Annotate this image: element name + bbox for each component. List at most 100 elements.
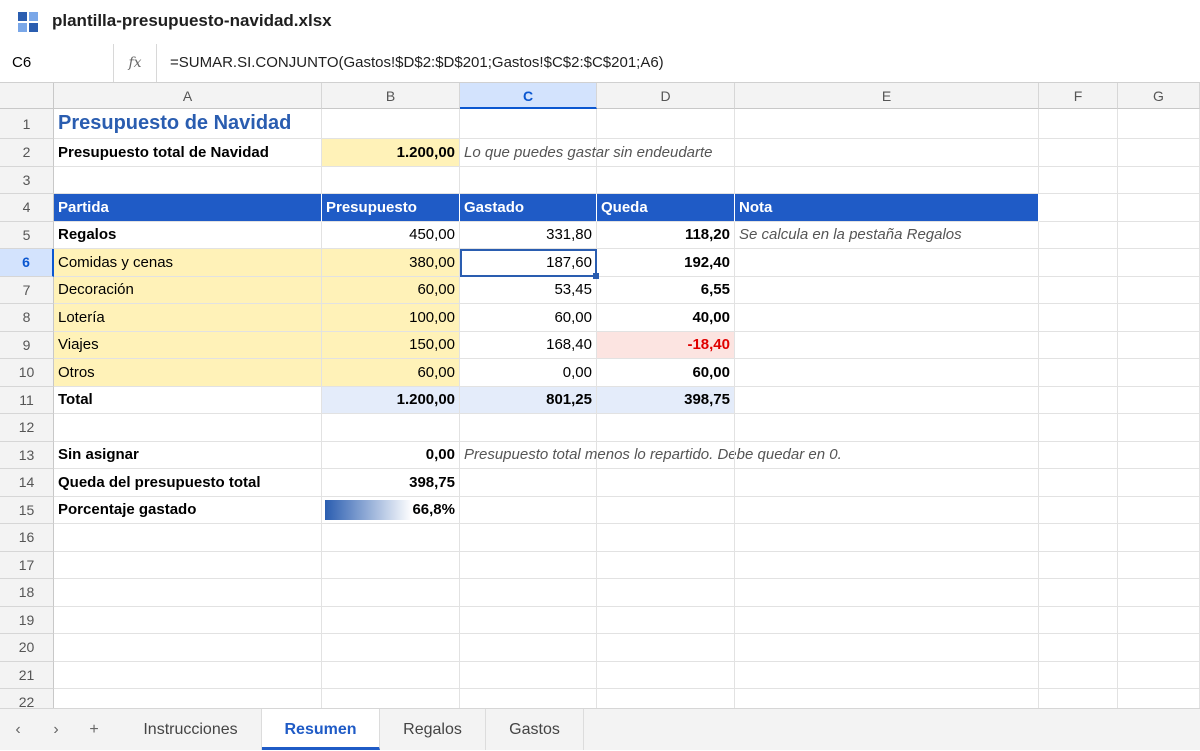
tab-gastos[interactable]: Gastos [486, 709, 584, 750]
cell-c11[interactable]: 801,25 [460, 386, 597, 414]
cell-d8[interactable]: 40,00 [597, 304, 735, 332]
cell-f6[interactable] [1039, 249, 1118, 277]
cell-c8[interactable]: 60,00 [460, 304, 597, 332]
cell-b15[interactable]: 66,8% [322, 496, 460, 524]
cell-b6[interactable]: 380,00 [322, 249, 460, 277]
column-header-e[interactable]: E [735, 83, 1039, 109]
cell-f18[interactable] [1039, 579, 1118, 607]
row-header-4[interactable]: 4 [0, 194, 54, 222]
cell-c21[interactable] [460, 661, 597, 689]
row-header-3[interactable]: 3 [0, 166, 54, 194]
cell-c6[interactable]: 187,60 [460, 249, 597, 277]
cell-a4[interactable]: Partida [54, 194, 322, 222]
cell-c12[interactable] [460, 414, 597, 442]
cell-a14[interactable]: Queda del presupuesto total [54, 469, 322, 497]
row-header-15[interactable]: 15 [0, 496, 54, 524]
cell-c9[interactable]: 168,40 [460, 331, 597, 359]
cell-d17[interactable] [597, 551, 735, 579]
cell-g10[interactable] [1118, 359, 1200, 387]
cell-g19[interactable] [1118, 606, 1200, 634]
row-header-10[interactable]: 10 [0, 359, 54, 387]
cell-c7[interactable]: 53,45 [460, 276, 597, 304]
cell-f7[interactable] [1039, 276, 1118, 304]
cell-g15[interactable] [1118, 496, 1200, 524]
cell-e12[interactable] [735, 414, 1039, 442]
row-header-2[interactable]: 2 [0, 139, 54, 167]
column-header-f[interactable]: F [1039, 83, 1118, 109]
cell-e14[interactable] [735, 469, 1039, 497]
cell-e7[interactable] [735, 276, 1039, 304]
cell-f21[interactable] [1039, 661, 1118, 689]
cell-e18[interactable] [735, 579, 1039, 607]
cell-a16[interactable] [54, 524, 322, 552]
cell-d10[interactable]: 60,00 [597, 359, 735, 387]
cell-b8[interactable]: 100,00 [322, 304, 460, 332]
row-header-20[interactable]: 20 [0, 634, 54, 662]
cell-b4[interactable]: Presupuesto [322, 194, 460, 222]
cell-e20[interactable] [735, 634, 1039, 662]
cell-g3[interactable] [1118, 166, 1200, 194]
cell-a19[interactable] [54, 606, 322, 634]
cell-g2[interactable] [1118, 139, 1200, 167]
cell-d22[interactable] [597, 689, 735, 708]
cell-a12[interactable] [54, 414, 322, 442]
cell-a3[interactable] [54, 166, 322, 194]
cell-f15[interactable] [1039, 496, 1118, 524]
cell-b9[interactable]: 150,00 [322, 331, 460, 359]
cell-f5[interactable] [1039, 221, 1118, 249]
cell-a1[interactable]: Presupuesto de Navidad [54, 109, 322, 139]
cell-d9[interactable]: -18,40 [597, 331, 735, 359]
cell-f11[interactable] [1039, 386, 1118, 414]
cell-b2[interactable]: 1.200,00 [322, 139, 460, 167]
cell-c5[interactable]: 331,80 [460, 221, 597, 249]
cell-f10[interactable] [1039, 359, 1118, 387]
cell-b17[interactable] [322, 551, 460, 579]
cell-a11[interactable]: Total [54, 386, 322, 414]
cell-c4[interactable]: Gastado [460, 194, 597, 222]
cell-e15[interactable] [735, 496, 1039, 524]
spreadsheet-grid[interactable]: A B C D E F G 1 2 3 4 5 6 7 8 9 10 11 12 13 14 15 16 17 18 19 20 21… [0, 83, 1200, 708]
cell-b11[interactable]: 1.200,00 [322, 386, 460, 414]
row-header-12[interactable]: 12 [0, 414, 54, 442]
row-header-14[interactable]: 14 [0, 469, 54, 497]
row-header-16[interactable]: 16 [0, 524, 54, 552]
cell-g20[interactable] [1118, 634, 1200, 662]
cell-c10[interactable]: 0,00 [460, 359, 597, 387]
cell-g4[interactable] [1118, 194, 1200, 222]
cell-g5[interactable] [1118, 221, 1200, 249]
cell-d4[interactable]: Queda [597, 194, 735, 222]
column-header-d[interactable]: D [597, 83, 735, 109]
cell-f14[interactable] [1039, 469, 1118, 497]
cell-f3[interactable] [1039, 166, 1118, 194]
cell-c15[interactable] [460, 496, 597, 524]
cell-f22[interactable] [1039, 689, 1118, 708]
next-sheet-icon[interactable]: › [38, 709, 74, 751]
cell-b7[interactable]: 60,00 [322, 276, 460, 304]
cell-b1[interactable] [322, 109, 460, 139]
cell-d11[interactable]: 398,75 [597, 386, 735, 414]
cell-g22[interactable] [1118, 689, 1200, 708]
cell-d19[interactable] [597, 606, 735, 634]
cell-a21[interactable] [54, 661, 322, 689]
cell-c17[interactable] [460, 551, 597, 579]
cell-a5[interactable]: Regalos [54, 221, 322, 249]
cell-d15[interactable] [597, 496, 735, 524]
cell-c14[interactable] [460, 469, 597, 497]
cell-f1[interactable] [1039, 109, 1118, 139]
cell-c2[interactable]: Lo que puedes gastar sin endeudarte [460, 139, 713, 167]
cell-a22[interactable] [54, 689, 322, 708]
cell-f12[interactable] [1039, 414, 1118, 442]
cell-e22[interactable] [735, 689, 1039, 708]
cell-e13[interactable] [735, 441, 1039, 469]
tab-resumen[interactable]: Resumen [262, 709, 380, 750]
cell-e4[interactable]: Nota [735, 194, 1039, 222]
row-header-17[interactable]: 17 [0, 551, 54, 579]
cell-b3[interactable] [322, 166, 460, 194]
cell-f9[interactable] [1039, 331, 1118, 359]
cell-d5[interactable]: 118,20 [597, 221, 735, 249]
row-header-22[interactable]: 22 [0, 689, 54, 708]
cell-b16[interactable] [322, 524, 460, 552]
cell-d21[interactable] [597, 661, 735, 689]
cell-b21[interactable] [322, 661, 460, 689]
prev-sheet-icon[interactable]: ‹ [0, 709, 36, 751]
